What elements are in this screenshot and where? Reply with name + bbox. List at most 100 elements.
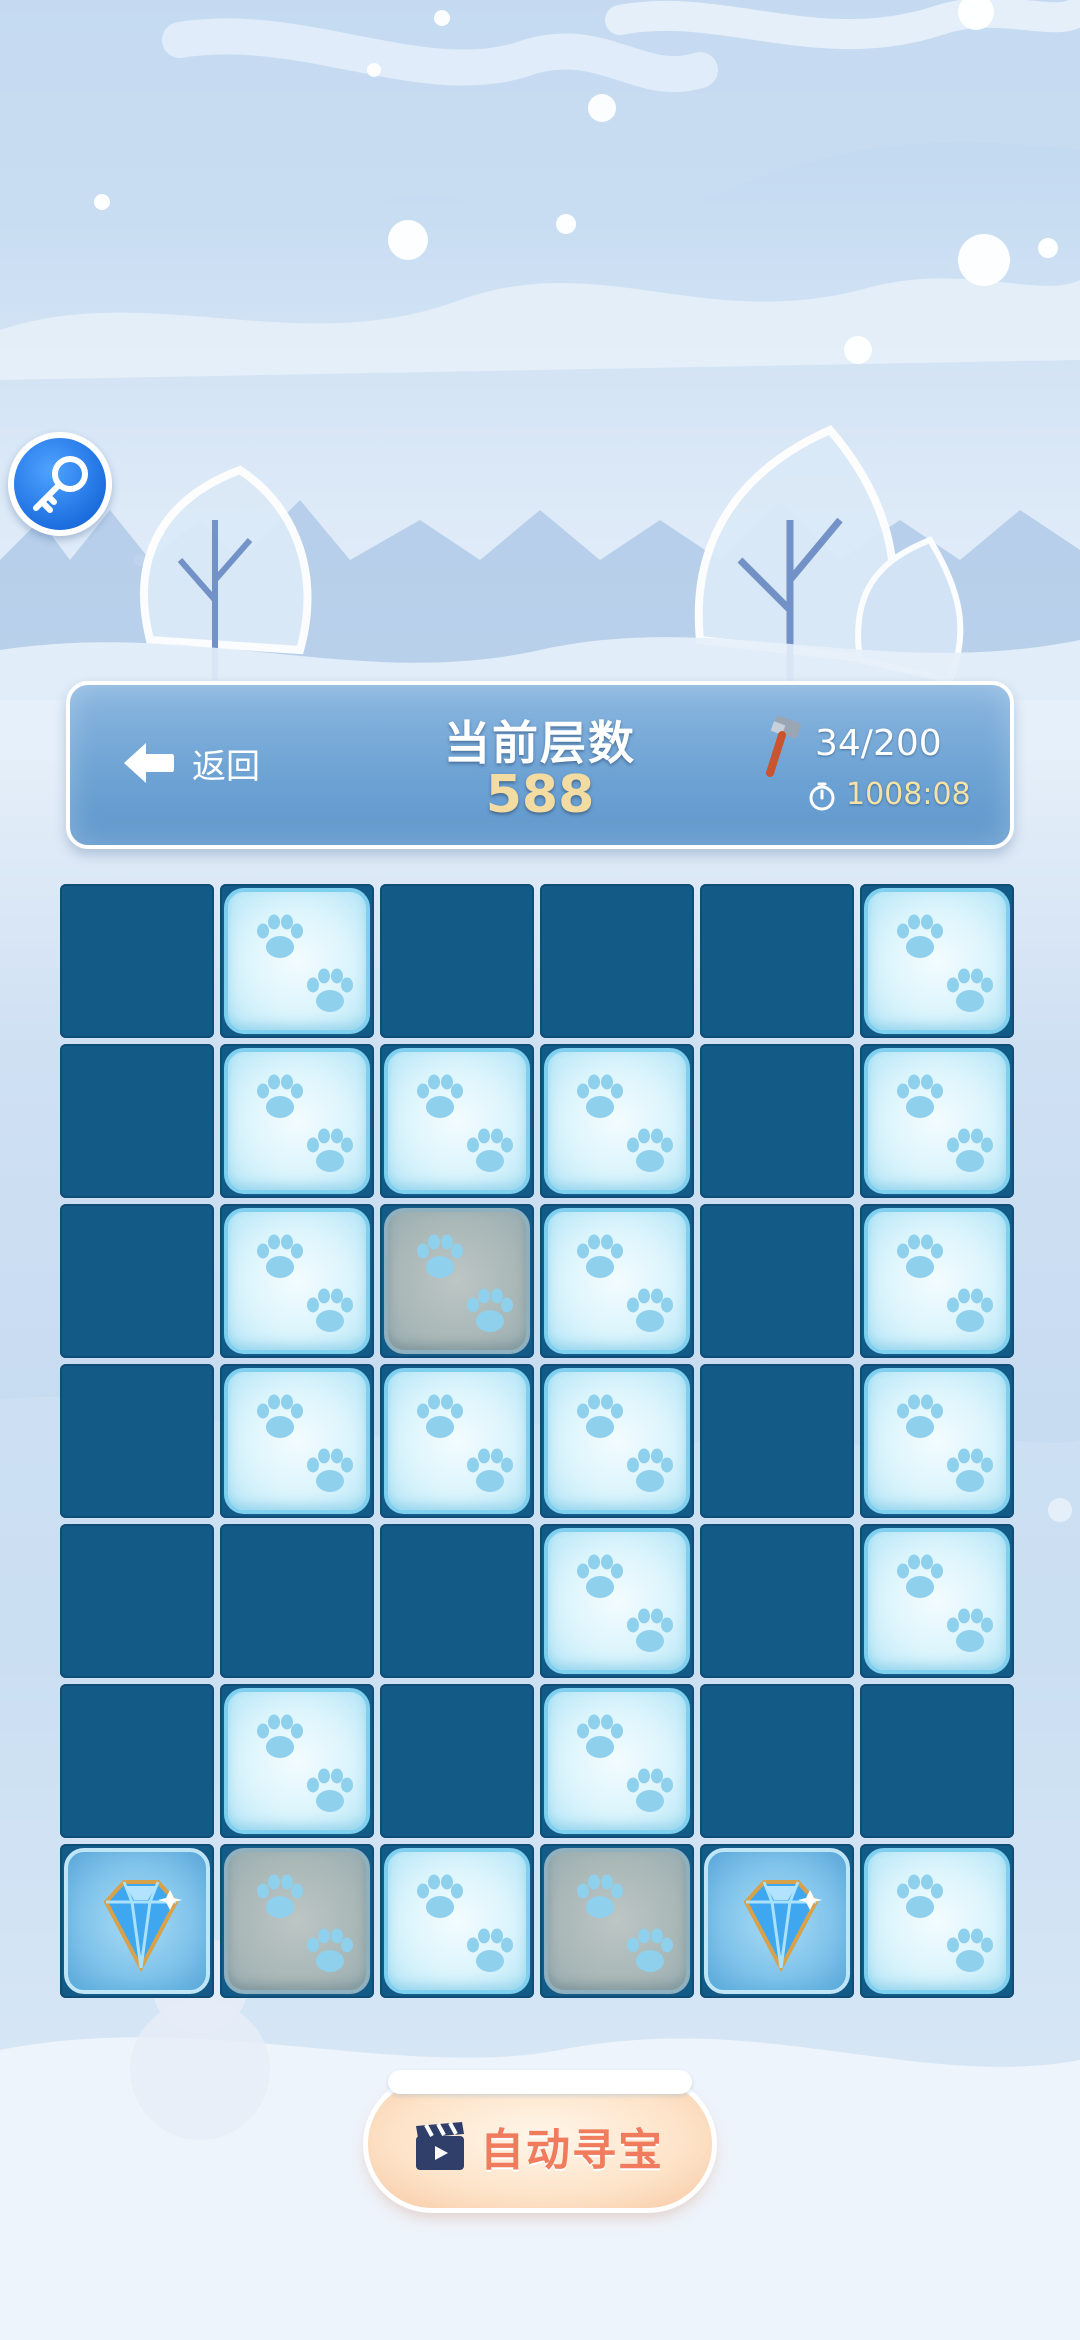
board-cell[interactable] [700,1844,854,1998]
timer-text: 1008:08 [846,777,971,812]
paw-tile[interactable] [864,1528,1010,1674]
board-cell [700,1204,854,1358]
key-button[interactable] [8,432,112,536]
paw-tile[interactable] [224,1688,370,1834]
hammer-count: 34/200 [815,723,942,764]
board-cell[interactable] [860,1844,1014,1998]
paw-tile-dimmed[interactable] [384,1208,530,1354]
diamond-icon [103,1880,182,1973]
board-cell [60,884,214,1038]
paw-tile[interactable] [544,1528,690,1674]
paw-print-icon [947,968,993,1012]
board-cell[interactable] [540,1684,694,1838]
diamond-icon [743,1880,822,1973]
paw-print-icon [257,1234,303,1278]
board-cell [540,884,694,1038]
paw-print-icon [577,1874,623,1918]
paw-print-icon [947,1608,993,1652]
paw-tile[interactable] [544,1208,690,1354]
paw-print-icon [417,1874,463,1918]
board-cell[interactable] [60,1844,214,1998]
board-cell[interactable] [220,884,374,1038]
snow-cap [388,2070,692,2094]
board-cell [700,1524,854,1678]
board-cell[interactable] [220,1364,374,1518]
paw-tile[interactable] [224,1368,370,1514]
board-cell[interactable] [540,1524,694,1678]
board-cell [220,1524,374,1678]
board-cell[interactable] [380,1364,534,1518]
paw-tile-dimmed[interactable] [224,1848,370,1994]
board-cell[interactable] [380,1844,534,1998]
paw-print-icon [897,1554,943,1598]
board-cell[interactable] [220,1684,374,1838]
board-cell[interactable] [220,1204,374,1358]
paw-tile[interactable] [864,888,1010,1034]
paw-print-icon [307,968,353,1012]
board-cell [380,884,534,1038]
paw-print-icon [417,1394,463,1438]
paw-print-icon [467,1288,513,1332]
board-cell[interactable] [380,1204,534,1358]
paw-print-icon [577,1234,623,1278]
paw-print-icon [947,1928,993,1972]
paw-print-icon [897,1074,943,1118]
paw-print-icon [417,1234,463,1278]
board-cell[interactable] [220,1044,374,1198]
paw-print-icon [467,1128,513,1172]
paw-tile[interactable] [544,1048,690,1194]
auto-treasure-hunt-button[interactable]: 自动寻宝 [368,2070,712,2208]
paw-tile[interactable] [384,1368,530,1514]
paw-print-icon [947,1448,993,1492]
board-cell[interactable] [540,1844,694,1998]
paw-print-icon [627,1928,673,1972]
paw-print-icon [307,1928,353,1972]
level-info-panel: 返回 当前层数 588 34/200 1008:08 [66,681,1014,849]
paw-print-icon [307,1448,353,1492]
board-cell [700,1044,854,1198]
paw-print-icon [307,1768,353,1812]
board-cell [60,1044,214,1198]
paw-tile[interactable] [544,1368,690,1514]
paw-print-icon [257,1714,303,1758]
gem-tile[interactable] [704,1848,850,1994]
board-cell[interactable] [860,1204,1014,1358]
paw-tile[interactable] [224,888,370,1034]
paw-tile[interactable] [224,1048,370,1194]
game-board [60,884,1020,2000]
board-cell[interactable] [860,884,1014,1038]
paw-print-icon [257,1074,303,1118]
paw-tile[interactable] [864,1048,1010,1194]
board-cell[interactable] [540,1204,694,1358]
paw-print-icon [627,1128,673,1172]
paw-print-icon [627,1448,673,1492]
paw-tile[interactable] [384,1048,530,1194]
paw-print-icon [307,1128,353,1172]
paw-tile[interactable] [864,1368,1010,1514]
gem-tile[interactable] [64,1848,210,1994]
paw-print-icon [257,914,303,958]
paw-tile[interactable] [544,1688,690,1834]
board-cell [700,1684,854,1838]
board-cell[interactable] [540,1044,694,1198]
board-cell[interactable] [380,1044,534,1198]
board-cell[interactable] [860,1524,1014,1678]
board-cell[interactable] [860,1044,1014,1198]
paw-print-icon [307,1288,353,1332]
board-cell[interactable] [860,1364,1014,1518]
paw-print-icon [467,1928,513,1972]
paw-print-icon [257,1874,303,1918]
paw-tile[interactable] [864,1848,1010,1994]
paw-print-icon [947,1288,993,1332]
paw-tile-dimmed[interactable] [544,1848,690,1994]
paw-print-icon [577,1714,623,1758]
board-cell [60,1524,214,1678]
paw-print-icon [627,1608,673,1652]
paw-tile[interactable] [864,1208,1010,1354]
paw-tile[interactable] [224,1208,370,1354]
board-cell [60,1204,214,1358]
paw-tile[interactable] [384,1848,530,1994]
paw-print-icon [417,1074,463,1118]
board-cell[interactable] [540,1364,694,1518]
board-cell[interactable] [220,1844,374,1998]
